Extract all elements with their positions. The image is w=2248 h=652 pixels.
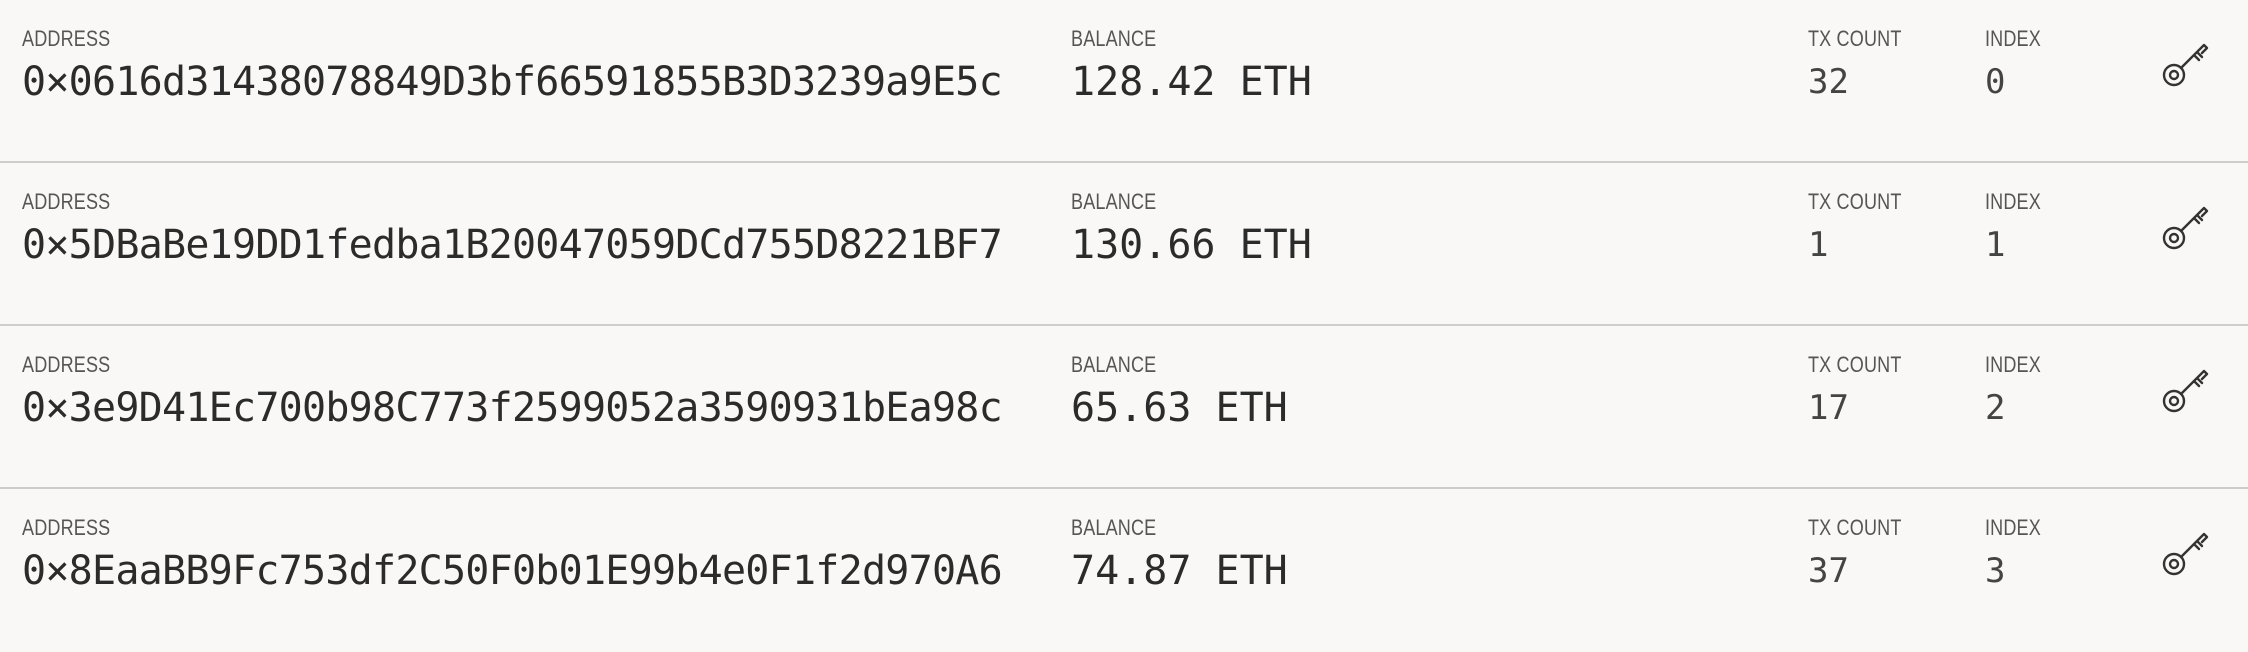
tx-count-label: TX COUNT [1808, 26, 1902, 51]
index-label: INDEX [1985, 352, 2041, 377]
tx-count-value: 32 [1808, 62, 1849, 102]
key-icon[interactable] [2160, 38, 2212, 90]
account-list: ADDRESS 0×0616d31438078849D3bf66591855B3… [0, 0, 2248, 652]
address-label: ADDRESS [22, 26, 111, 51]
tx-count-value: 37 [1808, 551, 1849, 591]
index-label: INDEX [1985, 26, 2041, 51]
index-value: 1 [1985, 225, 2006, 265]
address-label: ADDRESS [22, 515, 111, 540]
balance-value: 128.42 ETH [1071, 59, 1312, 105]
balance-label: BALANCE [1071, 515, 1157, 540]
index-value: 2 [1985, 388, 2006, 428]
index-value: 3 [1985, 551, 2006, 591]
balance-label: BALANCE [1071, 189, 1157, 214]
account-row[interactable]: ADDRESS 0×0616d31438078849D3bf66591855B3… [0, 0, 2248, 163]
balance-value: 74.87 ETH [1071, 548, 1288, 594]
balance-label: BALANCE [1071, 352, 1157, 377]
balance-value: 130.66 ETH [1071, 222, 1312, 268]
address-label: ADDRESS [22, 189, 111, 214]
tx-count-label: TX COUNT [1808, 189, 1902, 214]
key-icon[interactable] [2160, 201, 2212, 253]
index-value: 0 [1985, 62, 2006, 102]
key-icon[interactable] [2160, 364, 2212, 416]
tx-count-value: 17 [1808, 388, 1849, 428]
tx-count-label: TX COUNT [1808, 515, 1902, 540]
balance-label: BALANCE [1071, 26, 1157, 51]
address-value[interactable]: 0×8EaaBB9Fc753df2C50F0b01E99b4e0F1f2d970… [22, 547, 1003, 595]
index-label: INDEX [1985, 515, 2041, 540]
address-value[interactable]: 0×5DBaBe19DD1fedba1B20047059DCd755D8221B… [22, 221, 1003, 269]
account-row[interactable]: ADDRESS 0×5DBaBe19DD1fedba1B20047059DCd7… [0, 163, 2248, 326]
account-row[interactable]: ADDRESS 0×3e9D41Ec700b98C773f2599052a359… [0, 326, 2248, 489]
address-value[interactable]: 0×3e9D41Ec700b98C773f2599052a3590931bEa9… [22, 384, 1003, 432]
key-icon[interactable] [2160, 527, 2212, 579]
index-label: INDEX [1985, 189, 2041, 214]
address-label: ADDRESS [22, 352, 111, 377]
balance-value: 65.63 ETH [1071, 385, 1288, 431]
tx-count-label: TX COUNT [1808, 352, 1902, 377]
address-value[interactable]: 0×0616d31438078849D3bf66591855B3D3239a9E… [22, 58, 1003, 106]
tx-count-value: 1 [1808, 225, 1829, 265]
